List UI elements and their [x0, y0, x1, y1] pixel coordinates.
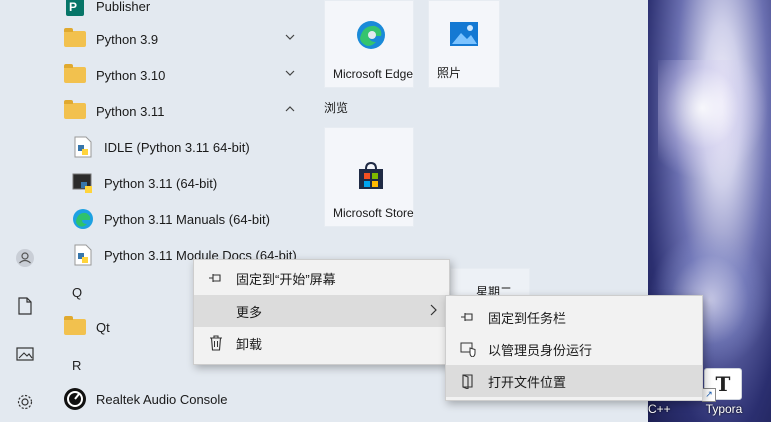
edge-icon [355, 19, 385, 49]
pin-icon [208, 270, 224, 286]
shield-icon [460, 341, 476, 357]
tile-group-label[interactable]: 浏览 [324, 99, 348, 116]
photos-icon [449, 19, 479, 49]
list-item-realtek[interactable]: Realtek Audio Console [50, 381, 312, 417]
menu-item-spacer [208, 303, 224, 319]
app-label: Python 3.11 Manuals (64-bit) [104, 211, 270, 227]
idle-icon [70, 134, 96, 160]
python-console-icon [70, 170, 96, 196]
folder-icon [62, 26, 88, 52]
menu-item-pin-to-start[interactable]: 固定到“开始”屏幕 [194, 262, 449, 294]
folder-icon [62, 62, 88, 88]
wallpaper-highlight [658, 60, 768, 180]
folder-python-3-11[interactable]: Python 3.11 [50, 93, 312, 129]
tile-microsoft-edge[interactable]: Microsoft Edge [324, 0, 414, 88]
menu-item-label: 固定到“开始”屏幕 [236, 271, 336, 287]
typora-desktop-label[interactable]: Typora [700, 402, 748, 416]
desktop-partial-label[interactable]: C++ [648, 402, 671, 416]
app-label: IDLE (Python 3.11 64-bit) [104, 139, 250, 155]
app-label: Publisher [96, 0, 151, 14]
folder-python-3-10[interactable]: Python 3.10 [50, 57, 312, 93]
menu-item-label: 卸载 [236, 336, 263, 352]
realtek-audio-icon [62, 386, 88, 412]
menu-item-label: 更多 [236, 304, 263, 320]
publisher-icon: P [62, 0, 88, 19]
menu-item-pin-to-taskbar[interactable]: 固定到任务栏 [446, 301, 702, 333]
app-label: Python 3.11 (64-bit) [104, 175, 218, 191]
documents-icon[interactable] [13, 294, 37, 318]
edge-icon [70, 206, 96, 232]
chevron-down-icon [284, 31, 298, 45]
store-icon [355, 160, 385, 190]
tile-label: 照片 [437, 66, 462, 80]
list-item-python-manuals[interactable]: Python 3.11 Manuals (64-bit) [50, 201, 312, 237]
list-item-idle[interactable]: IDLE (Python 3.11 64-bit) [50, 129, 312, 165]
menu-item-label: 固定到任务栏 [488, 310, 567, 326]
folder-icon [62, 314, 88, 340]
svg-text:P: P [69, 0, 77, 14]
tile-microsoft-store[interactable]: Microsoft Store [324, 127, 414, 227]
typora-glyph: T [715, 372, 731, 396]
menu-item-run-as-admin[interactable]: 以管理员身份运行 [446, 333, 702, 365]
menu-item-uninstall[interactable]: 卸载 [194, 327, 449, 359]
module-docs-icon [70, 242, 96, 268]
start-rail [0, 0, 50, 422]
menu-item-more[interactable]: 更多 [194, 295, 449, 327]
tile-photos[interactable]: 照片 [428, 0, 500, 88]
menu-item-label: 打开文件位置 [488, 374, 567, 390]
chevron-up-icon [284, 103, 298, 117]
letter-header-q[interactable]: Q [72, 285, 82, 300]
folder-open-icon [460, 373, 476, 389]
folder-label: Python 3.10 [96, 67, 166, 83]
folder-label: Python 3.11 [96, 103, 165, 119]
chevron-down-icon [284, 67, 298, 81]
context-submenu: 固定到任务栏 以管理员身份运行 打开文件位置 [445, 295, 703, 401]
settings-gear-icon[interactable] [13, 390, 37, 414]
menu-item-open-file-location[interactable]: 打开文件位置 [446, 365, 702, 397]
folder-label: Qt [96, 319, 110, 335]
shortcut-arrow-icon: ↗ [702, 388, 716, 402]
user-account-icon[interactable] [13, 246, 37, 270]
app-label: Realtek Audio Console [96, 391, 228, 407]
trash-icon [208, 335, 224, 351]
chevron-right-icon [429, 304, 437, 319]
folder-icon [62, 98, 88, 124]
pictures-icon[interactable] [13, 342, 37, 366]
context-menu: 固定到“开始”屏幕 更多 卸载 [193, 259, 450, 365]
tile-label: Microsoft Edge [333, 67, 414, 81]
pin-icon [460, 309, 476, 325]
letter-header-r[interactable]: R [72, 358, 81, 373]
menu-item-label: 以管理员身份运行 [488, 342, 593, 358]
folder-label: Python 3.9 [96, 31, 159, 47]
folder-python-3-9[interactable]: Python 3.9 [50, 21, 312, 57]
tile-label: Microsoft Store [333, 206, 414, 220]
list-item-python-console[interactable]: Python 3.11 (64-bit) [50, 165, 312, 201]
typora-desktop-icon[interactable]: T ↗ [702, 368, 742, 402]
